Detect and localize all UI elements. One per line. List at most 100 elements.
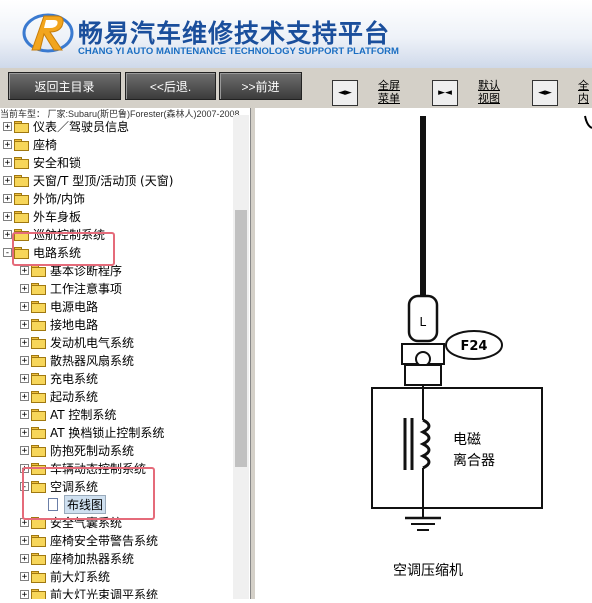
full-content-link[interactable]: 全 内: [578, 79, 589, 105]
tree-item-label: 座椅加热器系统: [50, 551, 135, 566]
expand-toggle-icon[interactable]: +: [20, 337, 29, 347]
folder-icon: [31, 588, 46, 599]
fullscreen-menu-link[interactable]: 全屏 菜单: [378, 79, 400, 105]
tree-folder-item[interactable]: + 前大灯光束调平系统: [20, 585, 158, 599]
tree-item-label: 防抱死制动系统: [50, 443, 135, 458]
highlight-box-ac: [22, 467, 155, 520]
default-view-link[interactable]: 默认 视图: [478, 79, 500, 105]
expand-toggle-icon[interactable]: +: [20, 535, 29, 545]
expand-toggle-icon[interactable]: +: [20, 283, 29, 293]
tree-folder-item[interactable]: + 座椅: [3, 135, 57, 153]
expand-toggle-icon[interactable]: +: [3, 193, 12, 203]
expand-toggle-icon[interactable]: +: [3, 229, 12, 239]
collapse-toggle-icon[interactable]: -: [3, 247, 12, 257]
tree-folder-item[interactable]: + 工作注意事项: [20, 279, 122, 297]
connector-pin-mark: L: [419, 315, 426, 329]
tree-folder-item[interactable]: + 散热器风扇系统: [20, 351, 134, 369]
app-title: 畅易汽车维修技术支持平台: [78, 19, 391, 48]
folder-icon: [14, 210, 29, 223]
tree-folder-item[interactable]: + 安全和锁: [3, 153, 81, 171]
tree-folder-item[interactable]: + 起动系统: [20, 387, 98, 405]
expand-toggle-icon[interactable]: +: [3, 139, 12, 149]
back-button[interactable]: <<后退.: [125, 72, 216, 100]
tree-folder-item[interactable]: + 天窗/T 型顶/活动顶 (天窗): [3, 171, 173, 189]
app-header: 畅易汽车维修技术支持平台 CHANG YI AUTO MAINTENANCE T…: [0, 0, 592, 68]
folder-icon: [31, 426, 46, 439]
folder-icon: [31, 390, 46, 403]
expand-toggle-icon[interactable]: +: [20, 409, 29, 419]
fullscreen-label-2: 菜单: [378, 92, 400, 105]
connector-id-text: F24: [461, 339, 488, 354]
expand-toggle-icon[interactable]: +: [20, 301, 29, 311]
folder-icon: [31, 264, 46, 277]
full-content-button[interactable]: ◄►: [532, 80, 558, 106]
folder-icon: [31, 570, 46, 583]
tree-folder-item[interactable]: + AT 控制系统: [20, 405, 116, 423]
default-label-1: 默认: [478, 79, 500, 92]
folder-icon: [31, 552, 46, 565]
tree-scrollbar[interactable]: [233, 115, 249, 599]
tree-item-label: 工作注意事项: [50, 281, 123, 296]
folder-icon: [14, 174, 29, 187]
tree-folder-item[interactable]: + 充电系统: [20, 369, 98, 387]
tree-item-label: 散热器风扇系统: [50, 353, 135, 368]
expand-toggle-icon[interactable]: +: [20, 589, 29, 599]
tree-item-label: 充电系统: [50, 371, 99, 386]
tree-folder-item[interactable]: + 前大灯系统: [20, 567, 110, 585]
full-content-label-2: 内: [578, 92, 589, 105]
tree-folder-item[interactable]: + 外车身板: [3, 207, 81, 225]
default-view-button[interactable]: ►◄: [432, 80, 458, 106]
component-box: [371, 387, 543, 509]
expand-toggle-icon[interactable]: +: [3, 211, 12, 221]
tree-folder-item[interactable]: + AT 换档锁止控制系统: [20, 423, 164, 441]
tree-item-label: 电源电路: [50, 299, 99, 314]
expand-toggle-icon[interactable]: +: [20, 265, 29, 275]
wiring-diagram: L F24 电磁 离合器 空调压缩机: [255, 108, 592, 599]
expand-toggle-icon[interactable]: +: [20, 391, 29, 401]
expand-toggle-icon[interactable]: +: [20, 445, 29, 455]
tree-folder-item[interactable]: + 座椅加热器系统: [20, 549, 134, 567]
folder-icon: [31, 282, 46, 295]
tree-item-label: 接地电路: [50, 317, 99, 332]
expand-toggle-icon[interactable]: +: [20, 553, 29, 563]
forward-button[interactable]: >>前进: [219, 72, 302, 100]
tree-item-label: 发动机电气系统: [50, 335, 135, 350]
expand-toggle-icon[interactable]: +: [3, 157, 12, 167]
folder-icon: [14, 120, 29, 133]
default-label-2: 视图: [478, 92, 500, 105]
tree-folder-item[interactable]: + 发动机电气系统: [20, 333, 134, 351]
expand-toggle-icon[interactable]: +: [20, 373, 29, 383]
scrollbar-thumb[interactable]: [235, 210, 247, 467]
expand-toggle-icon[interactable]: +: [20, 355, 29, 365]
connector-pin: [415, 351, 431, 367]
tree-folder-item[interactable]: + 接地电路: [20, 315, 98, 333]
highlight-box-electrical: [12, 232, 115, 266]
fullscreen-label-1: 全屏: [378, 79, 400, 92]
expand-toggle-icon[interactable]: +: [3, 121, 12, 131]
tree-item-label: 外饰/内饰: [33, 191, 86, 206]
fullscreen-menu-button[interactable]: ◄►: [332, 80, 358, 106]
device-label: 空调压缩机: [393, 563, 463, 579]
collapse-icon: ►◄: [438, 88, 452, 98]
home-button[interactable]: 返回主目录: [8, 72, 121, 100]
toolbar: 返回主目录 <<后退. >>前进 ◄► 全屏 菜单 ►◄ 默认 视图 ◄► 全 …: [0, 68, 592, 108]
folder-icon: [31, 318, 46, 331]
tree-folder-item[interactable]: + 防抱死制动系统: [20, 441, 134, 459]
expand-toggle-icon[interactable]: +: [20, 319, 29, 329]
tree-folder-item[interactable]: + 仪表／驾驶员信息: [3, 117, 129, 135]
tree-folder-item[interactable]: + 电源电路: [20, 297, 98, 315]
component-label-1: 电磁: [453, 432, 481, 448]
tree-folder-item[interactable]: + 座椅安全带警告系统: [20, 531, 158, 549]
tree-item-label: 安全和锁: [33, 155, 82, 170]
folder-icon: [14, 156, 29, 169]
tree-item-label: 座椅: [33, 137, 58, 152]
folder-icon: [14, 138, 29, 151]
tree-item-label: 座椅安全带警告系统: [50, 533, 159, 548]
tree-folder-item[interactable]: + 外饰/内饰: [3, 189, 85, 207]
expand-toggle-icon[interactable]: +: [20, 571, 29, 581]
expand-toggle-icon[interactable]: +: [20, 427, 29, 437]
full-content-label-1: 全: [578, 79, 589, 92]
logo: [22, 10, 74, 60]
expand-toggle-icon[interactable]: +: [3, 175, 12, 185]
tree-item-label: 前大灯系统: [50, 569, 111, 584]
